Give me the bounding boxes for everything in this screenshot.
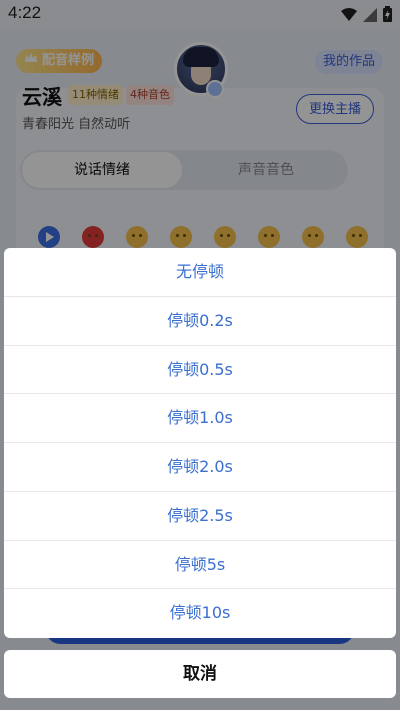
option-pause-2-5s[interactable]: 停顿2.5s [4,492,396,541]
option-pause-0-5s[interactable]: 停顿0.5s [4,346,396,395]
pause-action-sheet: 无停顿 停顿0.2s 停顿0.5s 停顿1.0s 停顿2.0s 停顿2.5s 停… [4,248,396,638]
cancel-button[interactable]: 取消 [4,650,396,698]
option-pause-0-2s[interactable]: 停顿0.2s [4,297,396,346]
option-no-pause[interactable]: 无停顿 [4,248,396,297]
screen: 4:22 配音样例 我的作品 云溪 11种情绪 4种音色 青春阳光 自然动听 更… [0,0,400,710]
option-pause-10s[interactable]: 停顿10s [4,589,396,638]
option-pause-5s[interactable]: 停顿5s [4,541,396,590]
option-pause-2-0s[interactable]: 停顿2.0s [4,443,396,492]
option-pause-1-0s[interactable]: 停顿1.0s [4,394,396,443]
